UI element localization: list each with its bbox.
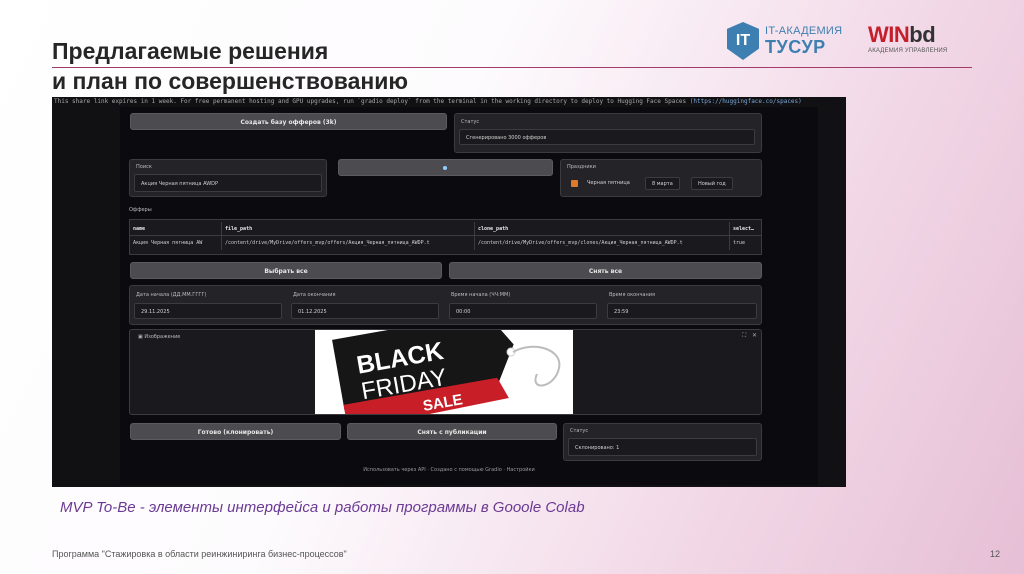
search-panel: Поиск Акция Черная пятница AWDP bbox=[129, 159, 327, 197]
fullscreen-icon[interactable]: ⛶ bbox=[742, 332, 746, 340]
colab-screenshot: This share link expires in 1 week. For f… bbox=[52, 97, 846, 487]
start-date-input[interactable]: 29.11.2025 bbox=[134, 303, 282, 319]
program-footer: Программа "Стажировка в области реинжини… bbox=[52, 549, 347, 559]
share-link[interactable]: (https://huggingface.co/spaces) bbox=[690, 98, 802, 105]
search-submit-button[interactable] bbox=[338, 159, 553, 176]
slide-title: Предлагаемые решения и план по совершенс… bbox=[52, 36, 408, 96]
start-date-label: Дата начала (ДД.ММ.ГГГГ) bbox=[136, 292, 207, 298]
status-panel: Статус Сгенерировано 3000 офферов bbox=[454, 113, 762, 153]
winbd-logo-sub: АКАДЕМИЯ УПРАВЛЕНИЯ bbox=[868, 48, 948, 54]
select-all-button[interactable]: Выбрать все bbox=[130, 262, 442, 279]
end-time-input[interactable]: 23:59 bbox=[607, 303, 757, 319]
offers-label: Офферы bbox=[129, 207, 152, 213]
itacademy-logo: IT IT-АКАДЕМИЯ ТУСУР bbox=[727, 22, 847, 62]
gradio-footer[interactable]: Использовать через API · Создано с помощ… bbox=[52, 467, 846, 473]
title-divider bbox=[52, 67, 972, 68]
image-label: ▣ Изображение bbox=[138, 334, 180, 340]
slide-title-line1: Предлагаемые решения bbox=[52, 38, 329, 64]
cell-selected[interactable]: true bbox=[730, 236, 763, 250]
holidays-panel: Праздники Черная пятница 8 марта Новый г… bbox=[560, 159, 762, 197]
table-header: name file_path clone_path select… bbox=[130, 222, 761, 236]
holidays-label: Праздники bbox=[567, 164, 596, 170]
header-file-path[interactable]: file_path bbox=[222, 222, 475, 236]
clone-status-label: Статус bbox=[570, 428, 589, 434]
table-row[interactable]: Акция Черная пятница AW /content/drive/M… bbox=[130, 236, 761, 250]
create-offers-button[interactable]: Создать базу офферов (3k) bbox=[130, 113, 447, 130]
holiday-option-1[interactable]: Черная пятница bbox=[581, 177, 636, 190]
checkbox-checked-icon[interactable] bbox=[571, 180, 578, 187]
clone-done-button[interactable]: Готово (клонировать) bbox=[130, 423, 341, 440]
image-label-text: Изображение bbox=[144, 334, 181, 340]
cell-clone-path[interactable]: /content/drive/MyDrive/offers_mvp/clones… bbox=[475, 236, 730, 250]
share-notice-text: This share link expires in 1 week. For f… bbox=[54, 98, 687, 105]
deselect-all-button[interactable]: Снять все bbox=[449, 262, 762, 279]
status-field: Сгенерировано 3000 офферов bbox=[459, 129, 755, 145]
search-label: Поиск bbox=[136, 164, 152, 170]
dates-panel: Дата начала (ДД.ММ.ГГГГ) 29.11.2025 Дата… bbox=[129, 285, 762, 325]
clone-status-field: Склонировано: 1 bbox=[568, 438, 757, 456]
close-icon[interactable]: ✕ bbox=[752, 332, 757, 339]
itacademy-logo-line2: ТУСУР bbox=[765, 37, 826, 57]
winbd-logo: WINbd АКАДЕМИЯ УПРАВЛЕНИЯ bbox=[868, 22, 958, 62]
header-clone-path[interactable]: clone_path bbox=[475, 222, 730, 236]
header-selected[interactable]: select… bbox=[730, 222, 763, 236]
header-name[interactable]: name bbox=[130, 222, 222, 236]
image-panel: ▣ Изображение ⛶ ✕ BLACK FRIDAY SALE bbox=[129, 329, 762, 415]
cell-name[interactable]: Акция Черная пятница AW bbox=[130, 236, 222, 250]
end-date-label: Дата окончания bbox=[293, 292, 336, 298]
winbd-logo-bd: bd bbox=[909, 22, 936, 47]
itacademy-shield-icon: IT bbox=[727, 22, 759, 60]
holiday-option-3[interactable]: Новый год bbox=[691, 177, 733, 190]
start-time-input[interactable]: 00:00 bbox=[449, 303, 597, 319]
black-friday-image: BLACK FRIDAY SALE bbox=[315, 330, 573, 414]
slide-title-line2: и план по совершенствованию bbox=[52, 68, 409, 94]
clone-status-panel: Статус Склонировано: 1 bbox=[563, 423, 762, 461]
winbd-logo-main: WINbd bbox=[868, 22, 958, 48]
unpublish-button[interactable]: Снять с публикации bbox=[347, 423, 557, 440]
black-friday-tag-graphic: BLACK FRIDAY SALE bbox=[315, 330, 573, 414]
loading-dot-icon bbox=[443, 166, 447, 170]
status-label: Статус bbox=[461, 119, 480, 125]
itacademy-logo-line1: IT-АКАДЕМИЯ bbox=[765, 25, 843, 37]
cell-file-path[interactable]: /content/drive/MyDrive/offers_mvp/offers… bbox=[222, 236, 475, 250]
start-time-label: Время начала (ЧЧ:ММ) bbox=[451, 292, 511, 298]
offers-table: name file_path clone_path select… Акция … bbox=[129, 219, 762, 255]
slide-caption: MVP To-Be - элементы интерфейса и работы… bbox=[60, 499, 585, 516]
end-date-input[interactable]: 01.12.2025 bbox=[291, 303, 439, 319]
search-input[interactable]: Акция Черная пятница AWDP bbox=[134, 174, 322, 192]
end-time-label: Время окончания bbox=[609, 292, 656, 298]
holiday-option-2[interactable]: 8 марта bbox=[645, 177, 680, 190]
winbd-logo-win: WIN bbox=[868, 22, 910, 47]
page-number: 12 bbox=[990, 549, 1001, 559]
